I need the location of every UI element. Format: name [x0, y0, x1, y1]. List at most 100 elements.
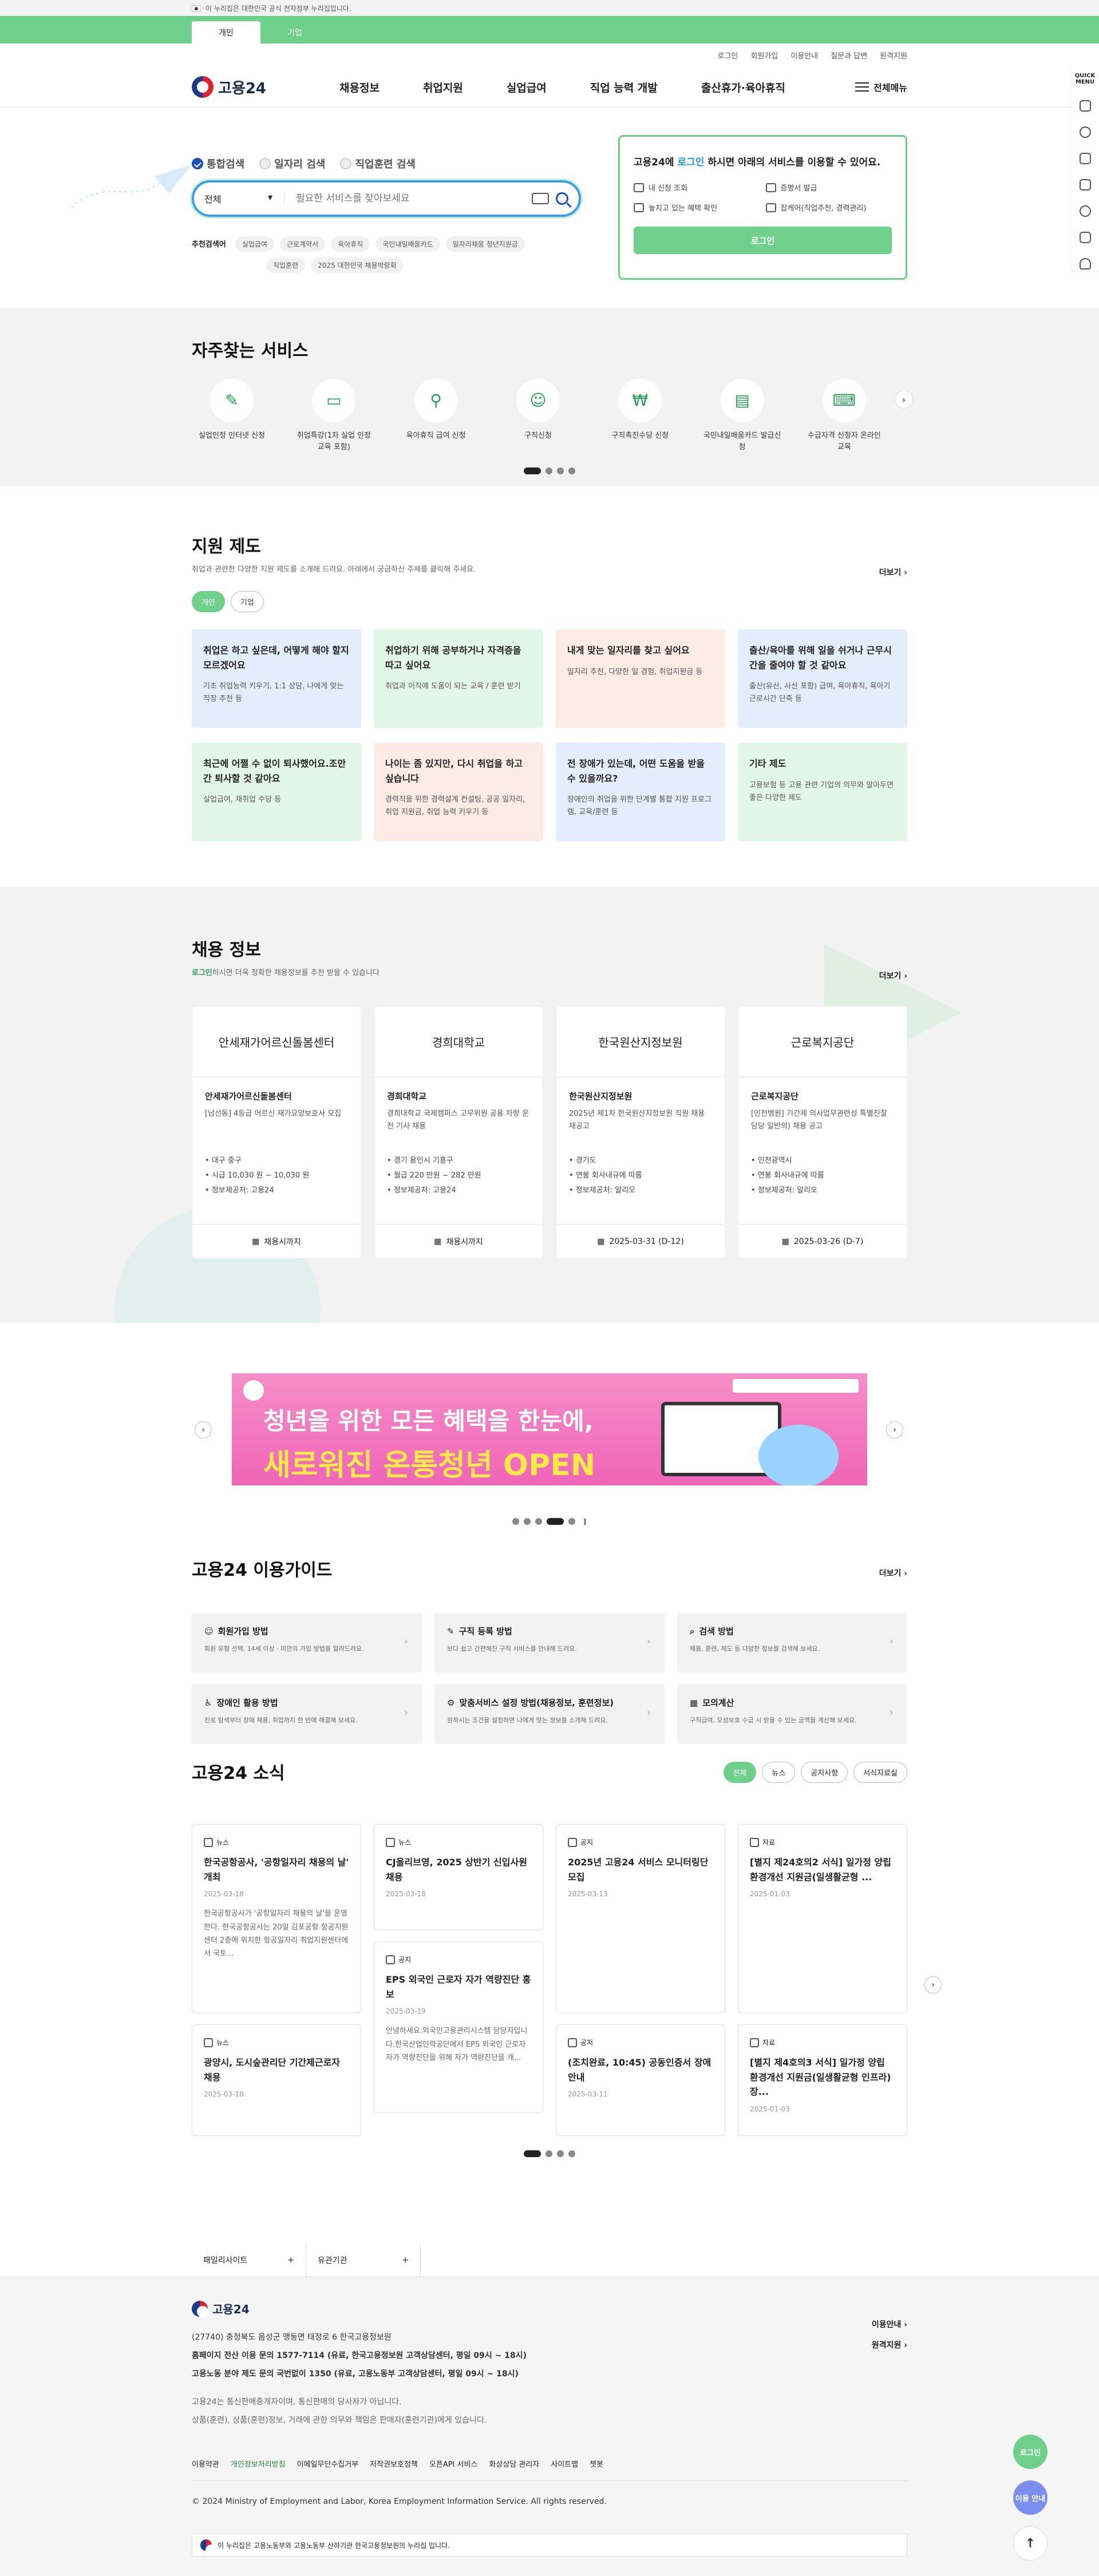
carousel-dot[interactable] — [524, 1518, 531, 1525]
chat-icon[interactable] — [1079, 126, 1091, 138]
more-link[interactable]: 더보기 › — [879, 970, 907, 981]
guide-card[interactable]: ♿ 장애인 활용 방법 진로 탐색부터 장애 채용, 취업까지 한 번에 해결해 보… — [192, 1684, 422, 1744]
util-remote-link[interactable]: 원격지원 — [880, 50, 907, 61]
news-card[interactable]: 공지 (조치완료, 10:45) 공동인증서 장애 안내 2025-03-11 — [556, 2024, 725, 2136]
more-link[interactable]: 더보기 › — [879, 1567, 907, 1579]
filter-personal[interactable]: 개인 — [192, 591, 225, 612]
keyword-chip[interactable]: 2025 대한민국 채용박람회 — [311, 257, 404, 273]
news-filter-all[interactable]: 전체 — [723, 1762, 757, 1783]
news-card[interactable]: 뉴스 CJ올리브영, 2025 상반기 신입사원 채용 2025-03-18 — [374, 1824, 543, 1930]
footer-link[interactable]: 사이트맵 — [551, 2458, 578, 2469]
promo-banner[interactable]: 청년을 위한 모든 혜택을 한눈에, 새로워진 온통청년 OPEN — [232, 1373, 867, 1485]
carousel-dot[interactable] — [568, 467, 575, 474]
service-item[interactable]: ☺ 구직신청 — [498, 379, 578, 453]
nav-unemployment-benefit[interactable]: 실업급여 — [485, 80, 568, 95]
footer-link[interactable]: 오픈API 서비스 — [429, 2458, 478, 2469]
monitor-icon[interactable] — [1079, 153, 1091, 164]
news-card[interactable]: 자료 [별지 제4호의3 서식] 일가정 양립 환경개선 지원금(일생활균형 인프… — [738, 2024, 907, 2136]
news-filter-forms[interactable]: 서식자료실 — [853, 1762, 907, 1783]
keyword-chip[interactable]: 일자리채움 청년지원금 — [445, 236, 525, 252]
footer-link[interactable]: 이용약관 — [192, 2458, 219, 2469]
service-item[interactable]: ₩ 구직촉진수당 신청 — [600, 379, 680, 453]
service-item[interactable]: ⚲ 육아휴직 급여 신청 — [396, 379, 476, 453]
carousel-dot[interactable] — [557, 467, 564, 474]
search-tab-integrated[interactable]: 통합검색 — [192, 156, 244, 171]
carousel-dot[interactable] — [568, 1518, 575, 1525]
news-filter-notice[interactable]: 공지사항 — [801, 1762, 848, 1783]
carousel-dot[interactable] — [535, 1518, 542, 1525]
footer-link[interactable]: 저작권보호정책 — [370, 2458, 418, 2469]
guide-card[interactable]: ▦ 모의계산 구직급여, 모성보호 수급 시 받을 수 있는 금액을 계산해 보세요… — [677, 1684, 907, 1744]
carousel-dot[interactable] — [547, 1518, 564, 1525]
carousel-dot[interactable] — [557, 2150, 564, 2157]
guide-card[interactable]: ⌕ 검색 방법 채용, 훈련, 제도 등 다양한 정보를 검색해 보세요. › — [677, 1612, 907, 1673]
keyword-chip[interactable]: 실업급여 — [235, 236, 274, 252]
login-link[interactable]: 로그인 — [192, 969, 212, 977]
news-card[interactable]: 공지 EPS 외국인 근로자 자가 역량진단 홍보 2025-03-19 안녕하세요.… — [374, 1941, 543, 2113]
carousel-dot[interactable] — [545, 467, 552, 474]
more-link[interactable]: 더보기 › — [879, 566, 907, 578]
search-tab-training[interactable]: 직업훈련 검색 — [340, 156, 416, 171]
keyword-chip[interactable]: 국민내일배움카드 — [375, 236, 440, 252]
support-card[interactable]: 최근에 어쩔 수 없이 퇴사했어요.조만간 퇴사할 것 같아요 실업급여, 재취업… — [192, 743, 361, 841]
support-card[interactable]: 내게 맞는 일자리를 찾고 싶어요 일자리 추천, 다양한 일 경험, 취업지원금… — [556, 629, 725, 728]
chevron-left-icon[interactable]: ‹ — [195, 1421, 212, 1438]
footer-link[interactable]: 챗봇 — [590, 2458, 603, 2469]
service-item[interactable]: ✎ 실업인정 인터넷 신청 — [192, 379, 272, 453]
job-card[interactable]: 경희대학교 경희대학교 경희대학교 국제캠퍼스 고무위원 공용 차량 운전 기사 채… — [374, 1006, 543, 1259]
support-card[interactable]: 출산/육아를 위해 일을 쉬거나 근무시간을 줄여야 할 것 같아요 출산(유산,… — [738, 629, 907, 728]
search-input[interactable] — [296, 193, 532, 204]
floating-guide-button[interactable]: 이용 안내 — [1013, 2480, 1047, 2515]
util-guide-link[interactable]: 이용안내 — [790, 50, 818, 61]
document-icon[interactable] — [1079, 100, 1091, 112]
keyword-chip[interactable]: 직업훈련 — [266, 257, 306, 273]
util-qna-link[interactable]: 질문과 답변 — [831, 50, 867, 61]
footer-link[interactable]: 개인정보처리방침 — [231, 2458, 286, 2469]
carousel-dot[interactable] — [545, 2150, 552, 2157]
floating-login-button[interactable]: 로그인 — [1013, 2435, 1047, 2469]
nav-parental-leave[interactable]: 출산휴가·육아휴직 — [679, 80, 807, 95]
news-filter-news[interactable]: 뉴스 — [762, 1762, 796, 1783]
related-org-select[interactable]: 유관기관 + — [306, 2243, 421, 2277]
nav-job-training[interactable]: 직업 능력 개발 — [568, 80, 679, 95]
support-card[interactable]: 취업은 하고 싶은데, 어떻게 해야 할지 모르겠어요 기초 취업능력 키우기, … — [192, 629, 361, 728]
footer-link[interactable]: 화상상담 관리자 — [489, 2458, 539, 2469]
util-login-link[interactable]: 로그인 — [718, 50, 738, 61]
job-card[interactable]: 안세재가어르신돌봄센터 안세재가어르신돌봄센터 [남선동] 4등급 어르신 재가요양… — [192, 1006, 361, 1259]
keyword-chip[interactable]: 근로계약서 — [279, 236, 326, 252]
pause-icon[interactable]: ∥ — [583, 1517, 587, 1525]
support-card[interactable]: 전 장애가 있는데, 어떤 도움을 받을 수 있을까요? 장애인의 취업을 위한 … — [556, 743, 725, 841]
calculator-icon[interactable] — [1079, 232, 1091, 243]
news-card[interactable]: 뉴스 한국공항공사, '공항일자리 채용의 날' 개최 2025-03-18 한국공항… — [192, 1824, 361, 2013]
tab-business[interactable]: 기업 — [260, 21, 329, 44]
service-item[interactable]: ▭ 취업특강(1차 실업 인정교육 포함) — [294, 379, 374, 453]
site-logo[interactable]: 고용24 — [192, 76, 318, 98]
job-card[interactable]: 한국원산지정보원 한국원산지정보원 2025년 제1차 한국원산지정보원 직원 채용… — [556, 1006, 725, 1259]
nav-jobs[interactable]: 채용정보 — [318, 80, 401, 95]
person-icon[interactable] — [1079, 258, 1091, 270]
carousel-dot[interactable] — [512, 1518, 519, 1525]
tab-personal[interactable]: 개인 — [192, 21, 260, 44]
guide-card[interactable]: ✎ 구직 등록 방법 보다 쉽고 간편해진 구직 서비스를 안내해 드려요. › — [434, 1612, 665, 1673]
search-scope-select[interactable]: 전체 ▾ — [204, 192, 284, 205]
keyboard-icon[interactable] — [532, 193, 549, 204]
footer-link[interactable]: 이메일무단수집거부 — [297, 2458, 359, 2469]
carousel-dot[interactable] — [524, 467, 541, 474]
family-site-select[interactable]: 패밀리사이트 + — [192, 2243, 306, 2277]
service-item[interactable]: ▤ 국민내일배움카드 발급신청 — [702, 379, 782, 453]
support-card[interactable]: 나이는 좀 있지만, 다시 취업을 하고 싶습니다 경력직을 위한 경력설계 컨설… — [374, 743, 543, 841]
search-tab-jobs[interactable]: 일자리 검색 — [259, 156, 325, 171]
carousel-dot[interactable] — [524, 2150, 541, 2157]
chevron-right-icon[interactable]: › — [895, 390, 913, 409]
footer-guide-link[interactable]: 이용안내 › — [872, 2315, 907, 2335]
news-card[interactable]: 뉴스 광양시, 도시숲관리단 기간제근로자 채용 2025-03-18 — [192, 2024, 361, 2136]
filter-business[interactable]: 기업 — [230, 591, 264, 612]
nav-employment-support[interactable]: 취업지원 — [401, 80, 485, 95]
service-item[interactable]: ⌨ 수급자격 신청자 온라인 교육 — [804, 379, 884, 453]
list-icon[interactable] — [1079, 179, 1091, 191]
all-menu-button[interactable]: 전체메뉴 — [855, 80, 907, 94]
chevron-right-icon[interactable]: › — [886, 1421, 903, 1438]
support-card[interactable]: 기타 제도 고용보험 등 고용 관련 기업의 의무와 알아두면 좋은 다양한 제도 — [738, 743, 907, 841]
search-icon[interactable] — [556, 192, 568, 205]
news-card[interactable]: 자료 [별지 제24호의2 서식] 일가정 양립 환경개선 지원금(일생활균형 .… — [738, 1824, 907, 2013]
